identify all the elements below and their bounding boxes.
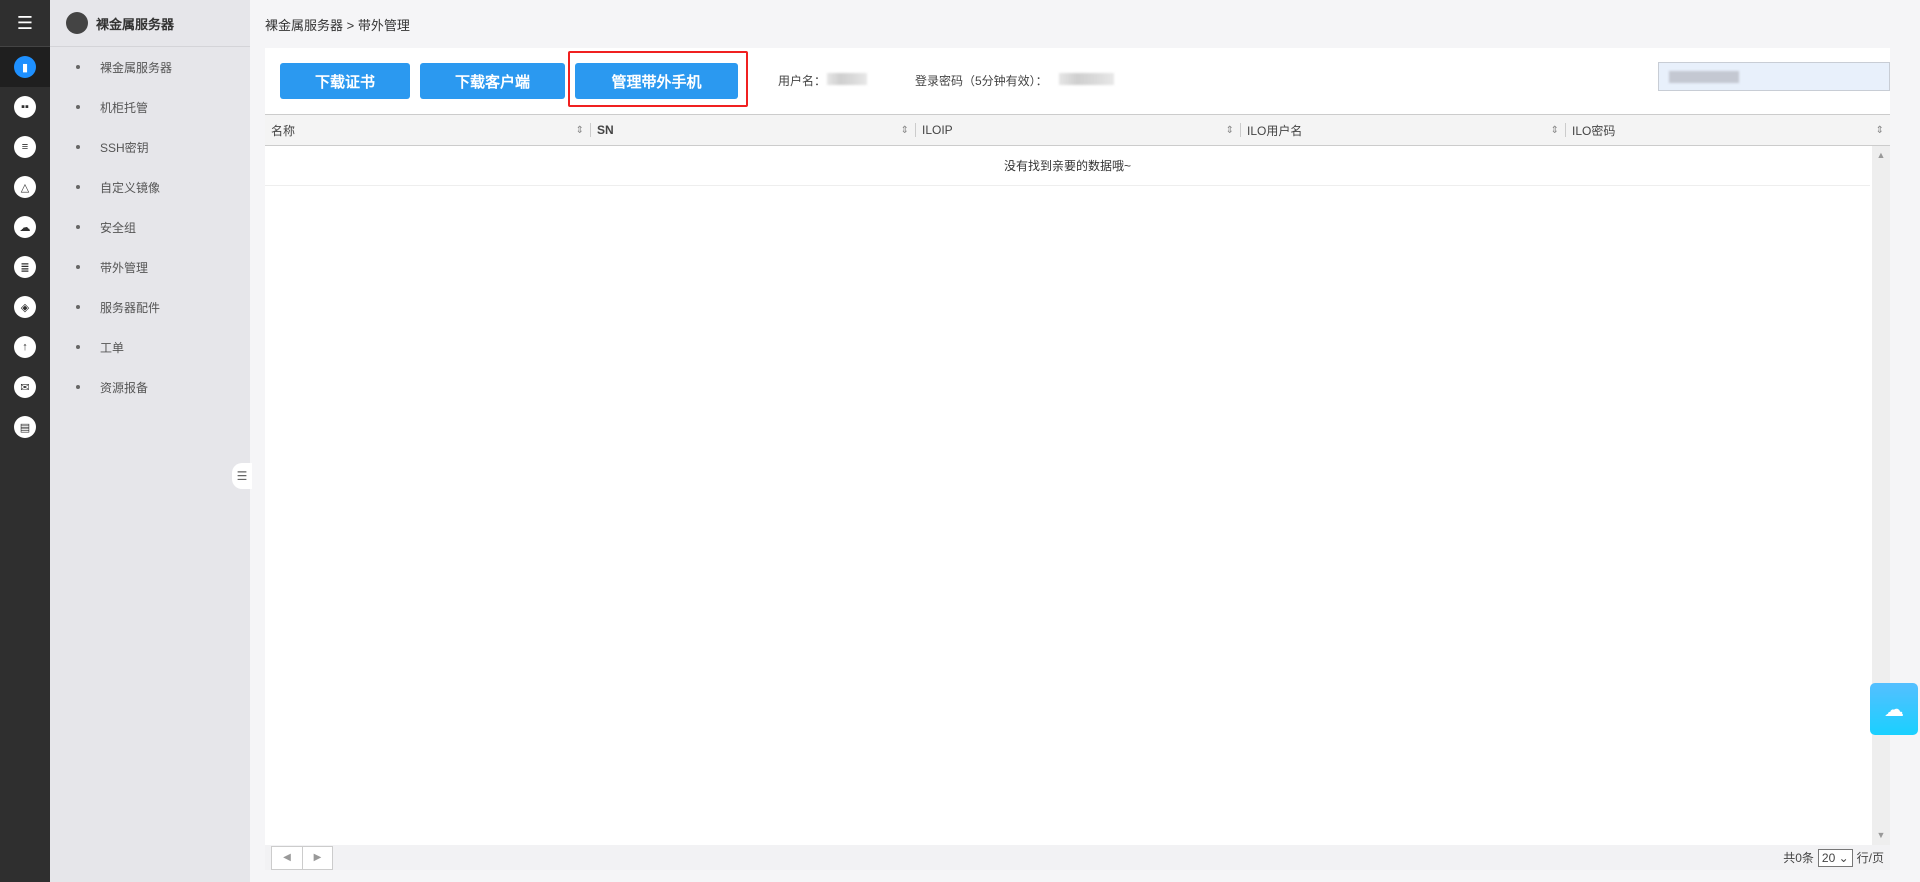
sidebar-item-label: 工单 (100, 340, 125, 355)
sidebar-item-label: 机柜托管 (100, 100, 149, 115)
column-ilo-password[interactable]: ILO密码 ⇕ (1565, 123, 1890, 138)
mail-icon: ✉ (14, 376, 36, 398)
sidebar-item[interactable]: 带外管理 (50, 247, 250, 287)
per-page-label: 行/页 (1856, 851, 1884, 865)
collapse-icon: ☰ (236, 469, 248, 483)
server-icon (66, 12, 88, 34)
sidebar-item-label: 服务器配件 (100, 300, 161, 315)
column-ilo-username[interactable]: ILO用户名 ⇕ (1240, 123, 1565, 138)
sidebar-title: 裸金属服务器 (96, 16, 175, 32)
column-sn[interactable]: SN ⇕ (590, 123, 915, 137)
highlight-box (568, 51, 748, 107)
table-header: 名称 ⇕ SN ⇕ ILOIP ⇕ ILO用户名 ⇕ ILO密码 ⇕ (265, 114, 1890, 146)
sidebar-item-label: 自定义镜像 (100, 180, 161, 195)
password-label: 登录密码（5分钟有效）： (915, 74, 1048, 88)
chat-bot-icon: ☁ (1884, 698, 1904, 721)
content-panel: 下载证书 下载客户端 管理带外手机 用户名： 登录密码（5分钟有效）： 名称 ⇕ … (265, 48, 1890, 870)
next-page-button[interactable]: ▶ (302, 846, 332, 869)
security-icon: ☁ (14, 216, 36, 238)
column-iloip[interactable]: ILOIP ⇕ (915, 123, 1240, 137)
server-icon: ▮ (14, 56, 36, 78)
nav-image[interactable]: △ (0, 167, 50, 207)
pagination: 共0条 20 ⌄ 行/页 (1783, 848, 1884, 867)
database-icon: ≣ (14, 256, 36, 278)
sidebar-item[interactable]: 机柜托管 (50, 87, 250, 127)
sort-icon: ⇕ (575, 124, 584, 136)
download-client-button[interactable]: 下载客户端 (420, 63, 565, 99)
nav-database[interactable]: ≣ (0, 247, 50, 287)
sidebar-header: 裸金属服务器 (50, 0, 250, 47)
image-icon: △ (14, 176, 36, 198)
sort-icon: ⇕ (1225, 124, 1234, 136)
empty-message: 没有找到亲要的数据哦~ (265, 146, 1870, 186)
cloud-upload-icon: ↑ (14, 336, 36, 358)
sidebar-item[interactable]: 服务器配件 (50, 287, 250, 327)
sort-icon: ⇕ (1875, 124, 1884, 136)
page-size-select[interactable]: 20 ⌄ (1817, 848, 1853, 867)
search-input[interactable] (1658, 62, 1890, 91)
password-value-redacted (1059, 73, 1114, 85)
nav-key[interactable]: ≡ (0, 127, 50, 167)
sub-sidebar: 裸金属服务器 裸金属服务器 机柜托管 SSH密钥 自定义镜像 安全组 带外管理 … (50, 0, 250, 882)
sidebar-item[interactable]: 自定义镜像 (50, 167, 250, 207)
collapse-sidebar-button[interactable]: ☰ (232, 463, 252, 489)
page-nav: ◀ ▶ (271, 845, 333, 870)
nav-server[interactable]: ▮ (0, 47, 50, 87)
sidebar-item[interactable]: 工单 (50, 327, 250, 367)
column-name[interactable]: 名称 ⇕ (265, 123, 590, 138)
prev-page-button[interactable]: ◀ (272, 847, 302, 869)
rack-icon: ▪▪ (14, 96, 36, 118)
sidebar-item-label: SSH密钥 (100, 140, 149, 155)
sidebar-item-label: 安全组 (100, 220, 137, 235)
total-count: 共0条 (1783, 851, 1814, 865)
nav-rack[interactable]: ▪▪ (0, 87, 50, 127)
username-label: 用户名： (778, 74, 827, 88)
hamburger-icon: ☰ (16, 12, 34, 33)
sidebar-item-label: 裸金属服务器 (100, 60, 173, 75)
sidebar-item[interactable]: 裸金属服务器 (50, 47, 250, 87)
nav-cloud[interactable]: ↑ (0, 327, 50, 367)
sidebar-item[interactable]: 安全组 (50, 207, 250, 247)
sort-icon: ⇕ (1550, 124, 1559, 136)
sidebar-item-label: 资源报备 (100, 380, 149, 395)
layers-icon: ◈ (14, 296, 36, 318)
vertical-scrollbar[interactable]: ▲ ▼ (1872, 146, 1890, 846)
nav-id[interactable]: ▤ (0, 407, 50, 447)
table-footer: ◀ ▶ 共0条 20 ⌄ 行/页 (265, 845, 1890, 870)
breadcrumb: 裸金属服务器 > 带外管理 (265, 18, 410, 33)
nav-layers[interactable]: ◈ (0, 287, 50, 327)
sidebar-item-label: 带外管理 (100, 260, 149, 275)
customer-service-button[interactable]: ☁ (1870, 683, 1918, 735)
username-value-redacted (827, 73, 867, 85)
sidebar-item[interactable]: SSH密钥 (50, 127, 250, 167)
key-icon: ≡ (14, 136, 36, 158)
sidebar-item[interactable]: 资源报备 (50, 367, 250, 407)
nav-mail[interactable]: ✉ (0, 367, 50, 407)
id-card-icon: ▤ (14, 416, 36, 438)
download-cert-button[interactable]: 下载证书 (280, 63, 410, 99)
sort-icon: ⇕ (900, 124, 909, 136)
nav-security[interactable]: ☁ (0, 207, 50, 247)
icon-bar: ☰ ▮ ▪▪ ≡ △ ☁ ≣ ◈ ↑ ✉ ▤ (0, 0, 50, 882)
menu-toggle[interactable]: ☰ (0, 0, 50, 47)
